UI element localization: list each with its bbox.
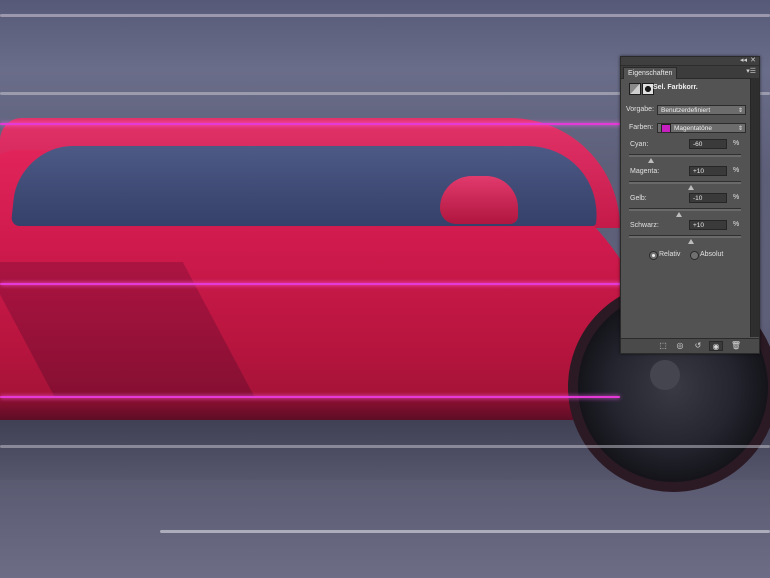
relative-label: Relativ xyxy=(659,251,681,258)
black-slider-thumb[interactable] xyxy=(687,239,694,244)
magenta-slider-thumb[interactable] xyxy=(687,185,694,190)
yellow-slider-thumb[interactable] xyxy=(676,212,683,217)
panel-scrollbar[interactable] xyxy=(750,78,759,337)
magenta-unit: % xyxy=(733,167,740,174)
preset-select[interactable]: Benutzerdefiniert ⇕ xyxy=(657,105,746,115)
colors-value: Magentatöne xyxy=(674,125,712,133)
cyan-unit: % xyxy=(733,140,740,147)
yellow-slider-track[interactable] xyxy=(629,208,741,217)
cyan-slider-track[interactable] xyxy=(629,154,741,163)
color-swatch-icon xyxy=(661,124,671,132)
panel-menu-icon[interactable]: ▾☰ xyxy=(746,67,756,77)
car-mirror xyxy=(440,176,518,224)
magenta-value-field[interactable]: +10 xyxy=(689,166,727,176)
yellow-value-field[interactable]: -10 xyxy=(689,193,727,203)
magenta-light-streak xyxy=(0,283,640,285)
car-sill xyxy=(0,398,580,420)
light-streak xyxy=(0,445,770,448)
chevron-updown-icon: ⇕ xyxy=(737,108,743,114)
wheel-hub xyxy=(650,360,680,390)
slider-label-black: Schwarz: xyxy=(630,222,659,229)
panel-titlebar[interactable]: ◂◂ ✕ xyxy=(621,57,759,66)
reset-icon[interactable]: ↺ xyxy=(691,341,705,351)
light-streak xyxy=(0,14,770,17)
cyan-slider-thumb[interactable] xyxy=(648,158,655,163)
absolute-label: Absolut xyxy=(700,251,724,258)
adjustment-title: Sel. Farbkorr. xyxy=(653,84,698,91)
close-icon[interactable]: ✕ xyxy=(750,57,756,65)
tab-properties[interactable]: Eigenschaften xyxy=(623,67,678,79)
chevron-updown-icon: ⇕ xyxy=(737,126,743,132)
cyan-value-field[interactable]: -60 xyxy=(689,139,727,149)
black-unit: % xyxy=(733,221,740,228)
relative-radio[interactable] xyxy=(649,251,658,260)
properties-panel: ◂◂ ✕ Eigenschaften ▾☰ Sel. Farbkorr. Vor… xyxy=(620,56,760,354)
magenta-slider-track[interactable] xyxy=(629,181,741,190)
colors-label: Farben: xyxy=(629,124,654,131)
absolute-radio[interactable] xyxy=(690,251,699,260)
light-streak xyxy=(160,530,770,533)
magenta-light-streak xyxy=(0,396,620,398)
adjustment-header: Sel. Farbkorr. xyxy=(621,79,751,97)
trash-icon[interactable]: 🗑 xyxy=(729,341,743,351)
clip-to-layer-icon[interactable]: ⬚ xyxy=(656,341,670,351)
slider-label-magenta: Magenta: xyxy=(630,168,660,175)
double-chevron-icon[interactable]: ◂◂ xyxy=(740,57,747,65)
slider-label-cyan: Cyan: xyxy=(630,141,649,148)
preset-label: Vorgabe: xyxy=(626,106,655,113)
slider-label-yellow: Gelb: xyxy=(630,195,647,202)
preset-value: Benutzerdefiniert xyxy=(661,107,711,114)
panel-tab-row: Eigenschaften ▾☰ xyxy=(621,66,759,79)
black-slider-track[interactable] xyxy=(629,235,741,244)
black-value-field[interactable]: +10 xyxy=(689,220,727,230)
view-previous-state-icon[interactable]: ◎ xyxy=(673,341,687,351)
panel-footer: ⬚ ◎ ↺ ◉ 🗑 xyxy=(621,338,759,353)
yellow-unit: % xyxy=(733,194,740,201)
magenta-light-streak xyxy=(0,123,640,125)
visibility-eye-icon[interactable]: ◉ xyxy=(709,341,723,351)
colors-select[interactable]: Magentatöne ⇕ xyxy=(657,123,746,133)
adjustment-icon[interactable] xyxy=(629,83,641,95)
